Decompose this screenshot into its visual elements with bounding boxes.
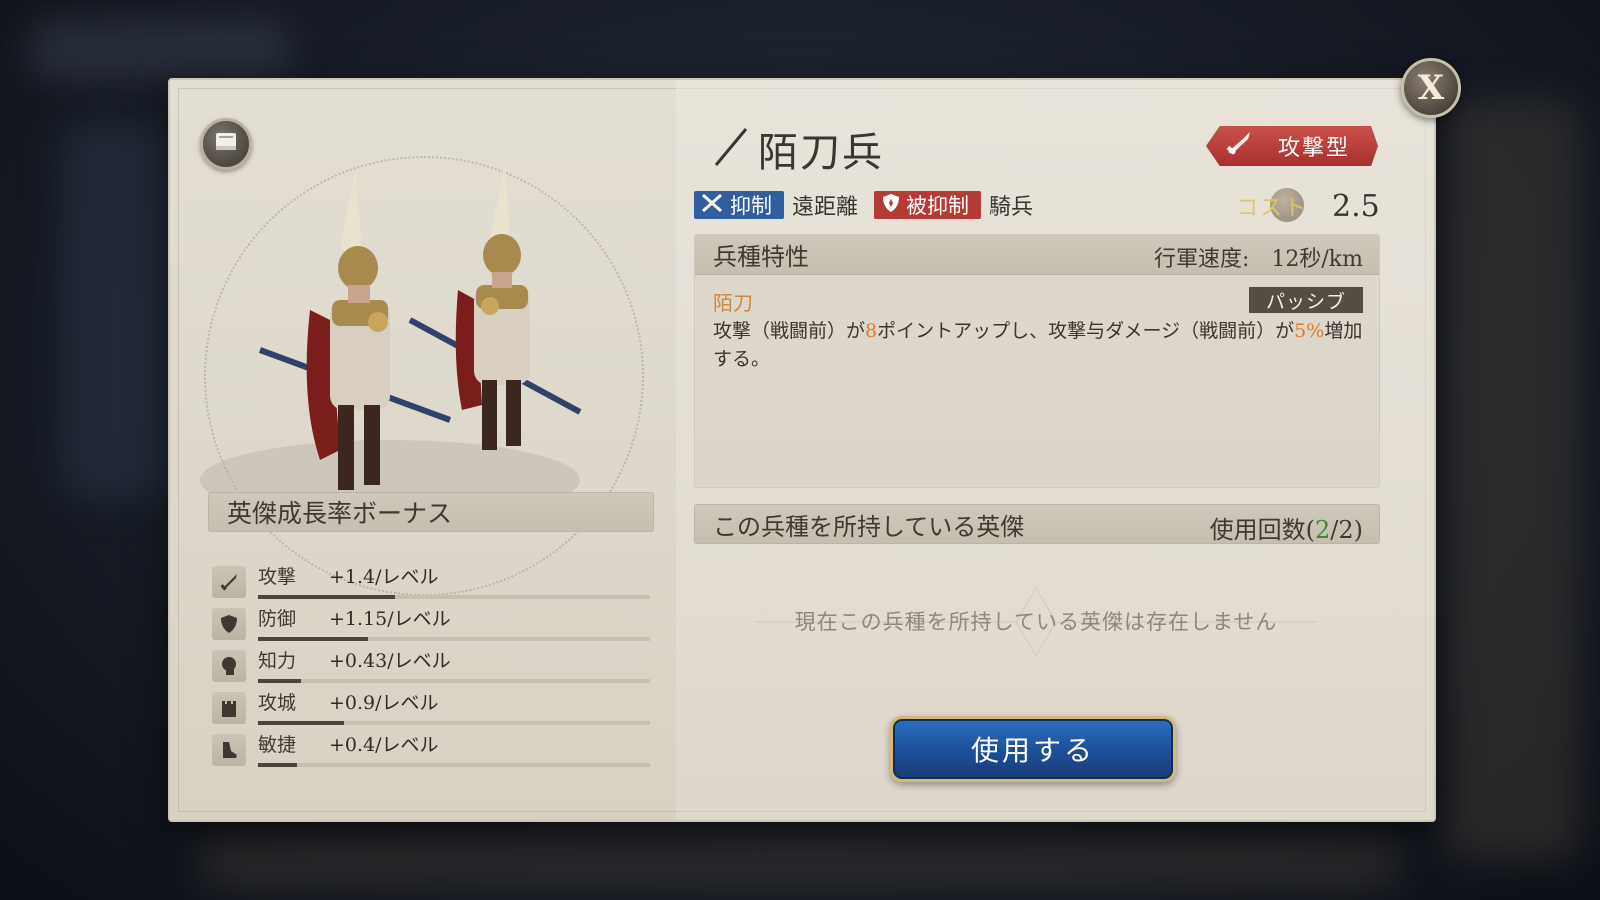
growth-bonus-header: 英傑成長率ボーナス <box>208 492 654 532</box>
troop-type-label: 攻撃型 <box>1278 136 1351 161</box>
march-speed: 行軍速度: 12秒/km <box>1154 241 1363 273</box>
stat-value: +0.4/レベル <box>329 734 439 756</box>
usage-count: 使用回数(2/2) <box>1210 510 1363 545</box>
stat-name: 攻撃 <box>258 566 297 588</box>
stat-row-attack: 攻撃 +1.4/レベル <box>212 560 652 602</box>
stat-name: 防御 <box>258 608 297 630</box>
stat-bar <box>258 595 650 599</box>
stat-value: +1.15/レベル <box>329 608 451 630</box>
blade-icon <box>712 125 748 173</box>
stat-value: +0.43/レベル <box>329 650 451 672</box>
skill-type-tag: パッシブ <box>1249 287 1363 313</box>
sword-icon <box>212 566 246 598</box>
troop-type-badge: 攻撃型 <box>1206 126 1378 166</box>
empty-message: 現在この兵種を所持している英傑は存在しません <box>794 610 1278 634</box>
stat-value: +0.9/レベル <box>329 692 439 714</box>
trait-header: 兵種特性 行軍速度: 12秒/km <box>695 235 1379 275</box>
stat-name: 知力 <box>258 650 297 672</box>
cost-label: コスト <box>1236 196 1309 221</box>
stat-value: +1.4/レベル <box>329 566 439 588</box>
tower-icon <box>212 692 246 724</box>
right-panel: 陌刀兵 攻撃型 抑制 遠距離 被抑制 騎兵 コスト 2.5 兵種特性 行軍速度:… <box>676 80 1434 820</box>
empty-owner-list: 現在この兵種を所持している英傑は存在しません <box>746 580 1326 664</box>
stat-row-defense: 防御 +1.15/レベル <box>212 602 652 644</box>
troop-trait-panel: 兵種特性 行軍速度: 12秒/km 陌刀 パッシブ 攻撃（戦闘前）が8ポイントアッ… <box>694 234 1380 488</box>
trait-title: 兵種特性 <box>713 243 809 271</box>
stat-bar-fill <box>258 721 345 725</box>
background-panel <box>200 830 1400 890</box>
stat-row-siege: 攻城 +0.9/レベル <box>212 686 652 728</box>
close-button[interactable]: X <box>1401 58 1461 118</box>
troop-detail-dialog: 英傑成長率ボーナス 攻撃 +1.4/レベル 防御 +1.15/レベル 知力 +0… <box>168 78 1436 822</box>
owner-heroes-header: この兵種を所持している英傑 使用回数(2/2) <box>694 504 1380 544</box>
stat-bar <box>258 721 650 725</box>
stat-row-intelligence: 知力 +0.43/レベル <box>212 644 652 686</box>
background-panel <box>30 20 290 80</box>
troop-illustration <box>190 150 650 530</box>
march-speed-value: 12秒/km <box>1271 247 1363 272</box>
stat-bar-fill <box>258 763 298 767</box>
owner-heroes-title: この兵種を所持している英傑 <box>713 512 1025 541</box>
counter-target: 遠距離 <box>792 195 859 220</box>
skill-description: 攻撃（戦闘前）が8ポイントアップし、攻撃与ダメージ（戦闘前）が5%増加する。 <box>713 317 1363 373</box>
countered-tag: 被抑制 <box>874 191 982 219</box>
counter-tag: 抑制 <box>694 191 784 219</box>
stat-bar <box>258 763 650 767</box>
growth-bonus-title: 英傑成長率ボーナス <box>227 499 453 528</box>
head-icon <box>212 650 246 682</box>
crossed-swords-icon <box>700 192 726 219</box>
stat-name: 敏捷 <box>258 734 297 756</box>
use-button[interactable]: 使用する <box>890 716 1176 782</box>
stat-row-agility: 敏捷 +0.4/レベル <box>212 728 652 770</box>
cost-value: 2.5 <box>1332 188 1380 224</box>
shield-icon <box>212 608 246 640</box>
background-panel <box>1440 100 1580 860</box>
counter-tags: 抑制 遠距離 被抑制 騎兵 <box>694 190 1049 220</box>
stat-bar <box>258 679 650 683</box>
close-icon: X <box>1417 68 1445 108</box>
boot-icon <box>212 734 246 766</box>
left-panel: 英傑成長率ボーナス 攻撃 +1.4/レベル 防御 +1.15/レベル 知力 +0… <box>170 80 676 820</box>
stat-bar-fill <box>258 679 302 683</box>
sword-icon <box>1224 130 1254 162</box>
countered-by: 騎兵 <box>989 195 1034 220</box>
usage-count-total: /2) <box>1330 516 1363 544</box>
usage-count-used: 2 <box>1315 516 1331 544</box>
troop-name: 陌刀兵 <box>758 130 884 176</box>
counter-tag-label: 抑制 <box>730 194 772 218</box>
desc-text: ポイントアップし、攻撃与ダメージ（戦闘前）が <box>877 320 1295 342</box>
cost-display: コスト 2.5 <box>1236 186 1380 226</box>
stat-bar <box>258 637 650 641</box>
countered-tag-label: 被抑制 <box>906 194 970 218</box>
desc-text: 攻撃（戦闘前）が <box>713 320 866 342</box>
skill-name: 陌刀 <box>713 291 753 315</box>
shield-icon <box>880 192 902 219</box>
stat-name: 攻城 <box>258 692 297 714</box>
title-row: 陌刀兵 <box>712 120 884 178</box>
desc-highlight: 8 <box>865 320 878 342</box>
stat-bar-fill <box>258 595 396 599</box>
desc-highlight: 5% <box>1294 320 1325 342</box>
stat-bar-fill <box>258 637 368 641</box>
march-speed-label: 行軍速度: <box>1153 247 1250 272</box>
usage-count-label: 使用回数( <box>1209 516 1315 544</box>
